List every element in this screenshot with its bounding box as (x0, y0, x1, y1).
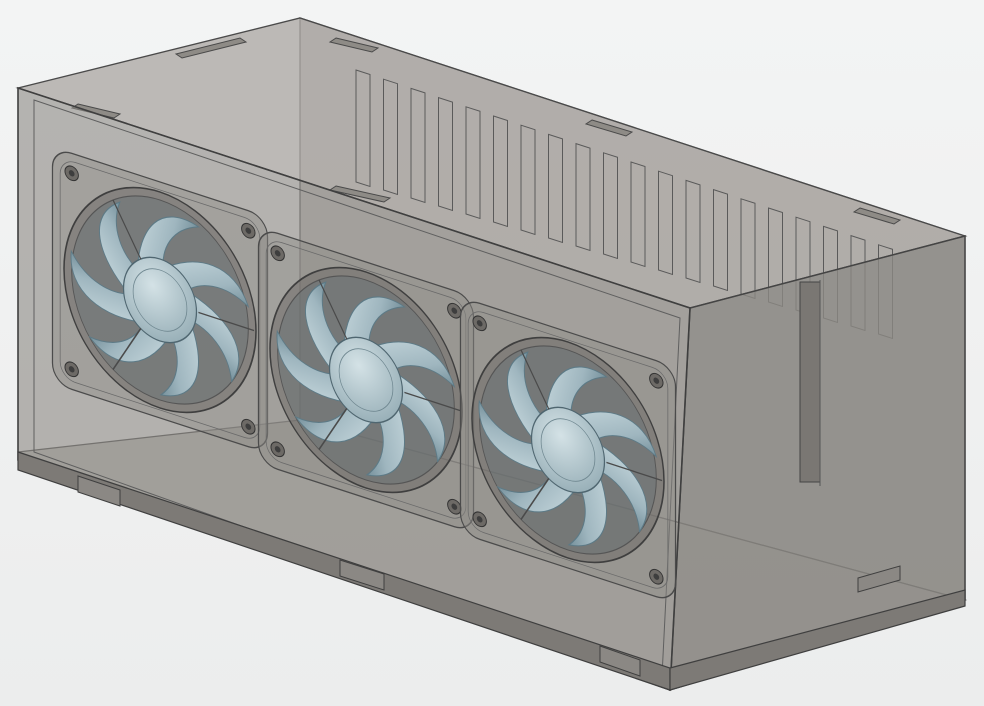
side-slot (799, 281, 821, 483)
cad-viewport[interactable] (0, 0, 984, 706)
enclosure-3d-model (15, 17, 968, 692)
